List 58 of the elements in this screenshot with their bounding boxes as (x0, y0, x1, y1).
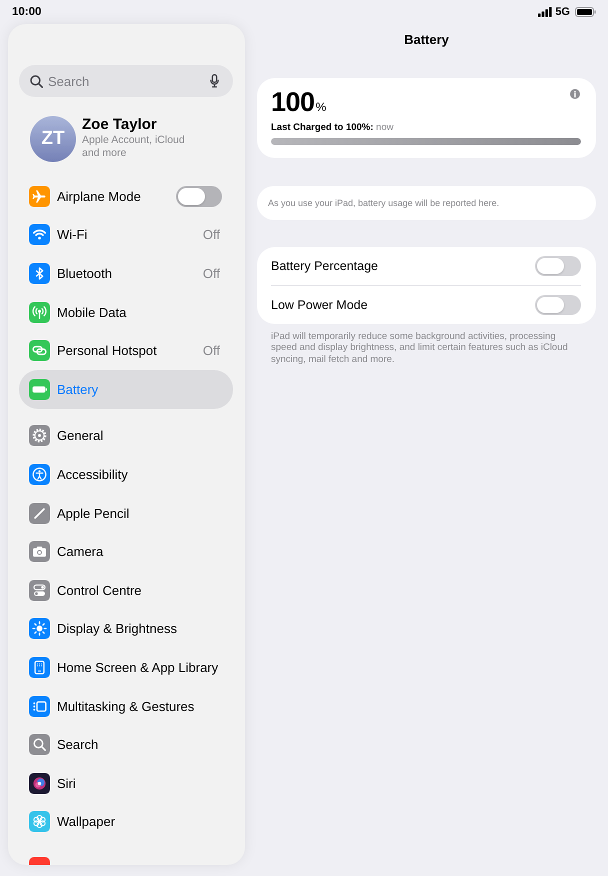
search-bar[interactable]: Search (19, 65, 233, 97)
battery-icon (575, 7, 596, 17)
info-icon[interactable] (570, 89, 580, 99)
app-icon (29, 857, 50, 865)
search-input[interactable]: Search (48, 74, 205, 88)
status-value: Off (202, 266, 220, 281)
toggle-switch[interactable] (535, 256, 581, 276)
flower-icon (29, 811, 50, 832)
sidebar-item[interactable]: Accessibility (19, 455, 233, 494)
sun-icon (29, 618, 50, 640)
sidebar-item[interactable]: Home Screen & App Library (19, 648, 233, 687)
account-name: Zoe Taylor (82, 116, 157, 134)
sidebar-item[interactable]: Apple Pencil (19, 494, 233, 532)
sidebar-item[interactable]: Control Centre (19, 570, 233, 610)
wifi-icon (29, 224, 50, 246)
sidebar-item[interactable]: Airplane Mode (19, 177, 233, 216)
search-icon (29, 734, 50, 756)
page-title: Battery (403, 32, 450, 48)
camera-icon (29, 541, 50, 562)
toggle-switch[interactable] (535, 295, 581, 315)
sidebar-item[interactable]: Camera (19, 532, 233, 571)
accessibility-icon (29, 464, 50, 485)
sidebar-item[interactable]: Multitasking & Gestures (19, 686, 233, 726)
sidebar-item[interactable]: Personal Hotspot Off (19, 331, 233, 370)
last-charged-text: Last Charged to 100%: now (271, 122, 394, 134)
gear-icon (29, 425, 50, 446)
search-icon (30, 74, 43, 88)
battery-percentage: 100% (271, 87, 326, 119)
toggles-icon (29, 580, 50, 601)
setting-label: Low Power Mode (271, 298, 368, 312)
sidebar-item[interactable]: Siri (19, 764, 233, 802)
airplane-icon (29, 186, 50, 207)
status-value: Off (202, 227, 220, 242)
microphone-icon[interactable] (210, 74, 219, 88)
link-icon (29, 340, 50, 362)
app-grid-icon (29, 656, 50, 678)
sidebar-item[interactable]: Search (19, 725, 233, 764)
pencil-icon (29, 502, 50, 524)
multitasking-icon (29, 696, 50, 717)
sidebar-item[interactable]: Mobile Data (19, 292, 233, 332)
setting-label: Battery Percentage (271, 259, 378, 273)
status-time: 10:00 (12, 6, 42, 18)
toggle-switch[interactable] (176, 186, 222, 207)
sidebar-item[interactable]: Wi-Fi Off (19, 216, 233, 254)
network-type: 5G (555, 6, 570, 18)
sidebar-item[interactable]: Wallpaper (19, 802, 233, 842)
usage-note: As you use your iPad, battery usage will be reported here. (257, 186, 596, 220)
battery-icon (29, 378, 50, 400)
sidebar-item[interactable]: Bluetooth Off (19, 254, 233, 293)
status-value: Off (202, 343, 220, 358)
sidebar-item[interactable]: General (19, 416, 233, 456)
bluetooth-icon (29, 262, 50, 284)
setting-description: iPad will temporarily reduce some background activities, processing speed and display brightness, and limit certain features such as iCloud syncing, mail fetch and more. (271, 331, 569, 365)
sidebar-item[interactable]: Display & Brightness (19, 610, 233, 648)
account-subtitle: Apple Account, iCloud and more (82, 134, 186, 160)
antenna-icon (29, 302, 50, 323)
orb-icon (29, 772, 50, 794)
signal-icon (538, 7, 552, 17)
